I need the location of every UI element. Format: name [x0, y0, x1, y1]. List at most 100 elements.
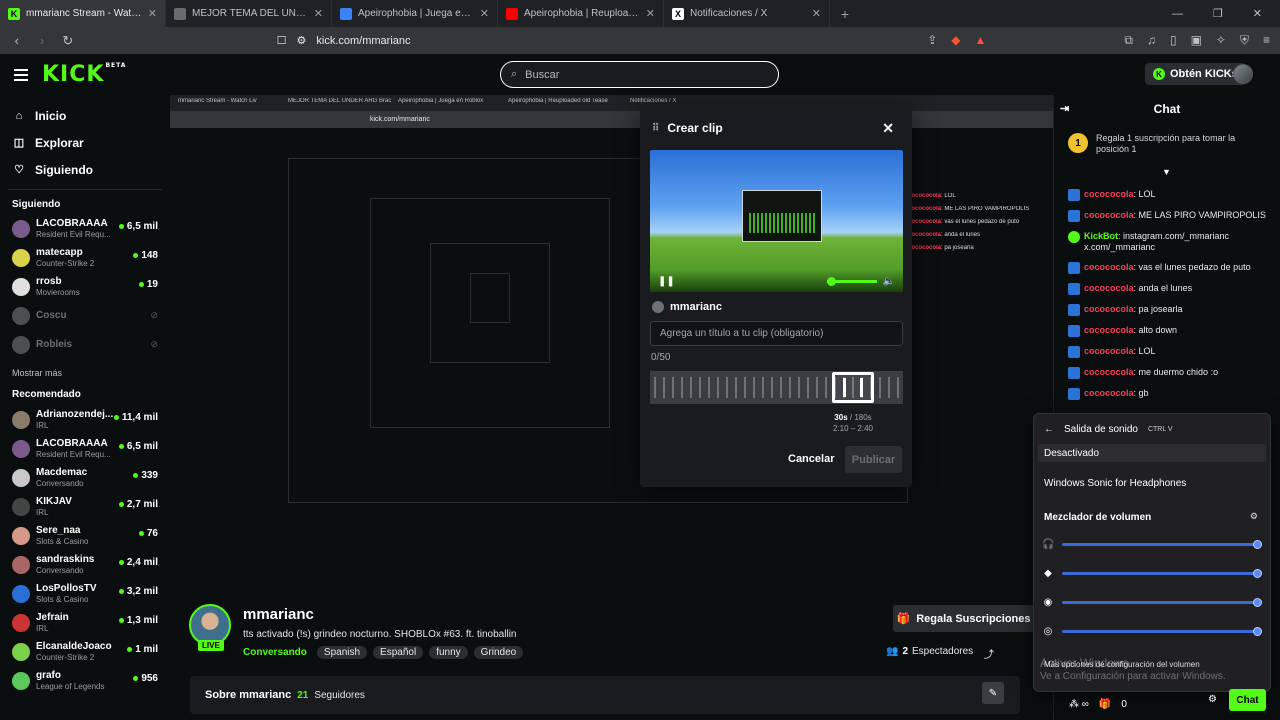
- rewards-icon[interactable]: ▲: [974, 33, 986, 48]
- close-window-icon[interactable]: ✕: [1253, 7, 1262, 20]
- channel-item[interactable]: rrosb Movierooms 19: [0, 272, 170, 301]
- volume-slider[interactable]: [826, 276, 877, 286]
- browser-tab[interactable]: Apeirophobia | Juega en Roblox✕: [332, 0, 498, 27]
- brave-shield-icon[interactable]: ◆: [951, 33, 960, 48]
- minimize-icon[interactable]: —: [1172, 8, 1183, 20]
- media-icon[interactable]: ♫: [1147, 33, 1156, 48]
- channel-item[interactable]: ElcanaldeJoaco Counter-Strike 2 1 mil: [0, 637, 170, 666]
- pinned-toggle-icon[interactable]: ▼: [1162, 167, 1171, 177]
- sidebar-item-siguiendo[interactable]: ♡ Siguiendo: [0, 156, 170, 183]
- url-text[interactable]: kick.com/mmarianc: [316, 35, 410, 47]
- channel-item[interactable]: LACOBRAAAA Resident Evil Requ... 6,5 mil: [0, 214, 170, 243]
- volume-icon[interactable]: 🔈: [883, 276, 895, 287]
- video-player[interactable]: mmarianc Stream - Watch Liv MEJOR TEMA D…: [170, 95, 1053, 592]
- menu-icon[interactable]: ≡: [1263, 33, 1270, 48]
- chat-username[interactable]: cocococola: [1084, 189, 1134, 199]
- close-tab-icon[interactable]: ✕: [148, 7, 157, 20]
- chat-username[interactable]: cocococola: [1084, 367, 1134, 377]
- channel-item[interactable]: sandraskins Conversando 2,4 mil: [0, 550, 170, 579]
- close-tab-icon[interactable]: ✕: [480, 7, 489, 20]
- chat-settings-icon[interactable]: ⚙: [1208, 694, 1217, 705]
- reload-icon[interactable]: ↻: [61, 33, 75, 49]
- channel-item[interactable]: Robleis ⊘: [0, 330, 170, 359]
- stream-category[interactable]: Conversando: [243, 647, 307, 658]
- channel-item[interactable]: Jefrain IRL 1,3 mil: [0, 608, 170, 637]
- browser-tab[interactable]: Apeirophobia | Reuploaded old Tease✕: [498, 0, 664, 27]
- chat-username[interactable]: KickBot: [1084, 231, 1118, 241]
- volume-slider[interactable]: [1062, 597, 1262, 607]
- show-more-link[interactable]: Mostrar más: [0, 365, 170, 381]
- channel-item[interactable]: Sere_naa Slots & Casino 76: [0, 521, 170, 550]
- stream-tag[interactable]: Spanish: [316, 646, 368, 659]
- hamburger-menu-icon[interactable]: [14, 68, 28, 81]
- chat-username[interactable]: cocococola: [1084, 304, 1134, 314]
- chat-username[interactable]: cocococola: [1084, 346, 1134, 356]
- slider-thumb[interactable]: [1253, 597, 1262, 607]
- stream-tag[interactable]: funny: [429, 646, 468, 659]
- back-arrow-icon[interactable]: ←: [1044, 424, 1054, 435]
- site-info-icon[interactable]: ⚙: [297, 34, 307, 47]
- chat-username[interactable]: cocococola: [1084, 210, 1134, 220]
- bookmark-icon[interactable]: ☐: [277, 34, 287, 47]
- chat-username[interactable]: cocococola: [1084, 325, 1134, 335]
- channel-item[interactable]: KIKJAV IRL 2,7 mil: [0, 492, 170, 521]
- device-option[interactable]: Windows Sonic for Headphones: [1038, 474, 1266, 492]
- channel-item[interactable]: LosPollosTV Slots & Casino 3,2 mil: [0, 579, 170, 608]
- channel-item[interactable]: matecapp Counter-Strike 2 148: [0, 243, 170, 272]
- clip-title-input[interactable]: Agrega un título a tu clip (obligatorio): [650, 321, 903, 346]
- channel-item[interactable]: grafo League of Legends 956: [0, 666, 170, 695]
- browser-tab[interactable]: Kmmarianc Stream - Watch Liv✕: [0, 0, 166, 27]
- get-kicks-button[interactable]: K Obtén KICKs: [1145, 63, 1246, 85]
- chat-username[interactable]: cocococola: [1084, 283, 1134, 293]
- slider-thumb[interactable]: [1253, 626, 1262, 636]
- channel-item[interactable]: Coscu ⊘: [0, 301, 170, 330]
- back-icon[interactable]: ‹: [10, 33, 24, 48]
- share-icon[interactable]: ⤴: [984, 646, 994, 661]
- sidebar-toggle-icon[interactable]: ▯: [1170, 33, 1177, 48]
- clip-preview[interactable]: ❚❚ 🔈: [650, 150, 903, 292]
- collapse-chat-icon[interactable]: ⇥: [1060, 102, 1069, 115]
- close-tab-icon[interactable]: ✕: [646, 7, 655, 20]
- edit-icon[interactable]: ✎: [982, 682, 1004, 704]
- clip-timeline[interactable]: [650, 371, 903, 404]
- chat-username[interactable]: cocococola: [1084, 262, 1134, 272]
- gift-leaderboard[interactable]: 1 Regala 1 suscripción para tomar la pos…: [1068, 133, 1256, 155]
- user-avatar[interactable]: [1233, 64, 1253, 84]
- drag-handle-icon[interactable]: ⠿: [652, 123, 659, 134]
- channel-item[interactable]: LACOBRAAAA Resident Evil Requ... 6,5 mil: [0, 434, 170, 463]
- streamer-name[interactable]: mmarianc: [243, 606, 314, 623]
- vpn-icon[interactable]: ⛨: [1240, 33, 1249, 48]
- browser-tab[interactable]: MEJOR TEMA DEL UNDER ARG Brac✕: [166, 0, 332, 27]
- gear-icon[interactable]: ⚙: [1250, 511, 1258, 522]
- sidebar-item-explorar[interactable]: ◫ Explorar: [0, 129, 170, 156]
- publish-button[interactable]: Publicar: [845, 446, 902, 473]
- leo-icon[interactable]: ✧: [1216, 33, 1226, 48]
- stream-tag[interactable]: Español: [373, 646, 424, 659]
- forward-icon[interactable]: ›: [36, 33, 50, 48]
- new-tab-button[interactable]: +: [830, 0, 860, 27]
- gift-subs-button[interactable]: 🎁 Regala Suscripciones: [893, 605, 1034, 632]
- wallet-icon[interactable]: ▣: [1191, 33, 1202, 48]
- maximize-icon[interactable]: ❐: [1213, 7, 1223, 20]
- slider-thumb[interactable]: [1253, 568, 1262, 578]
- share-icon[interactable]: ⇪: [927, 33, 937, 48]
- search-input[interactable]: ⌕ Buscar: [500, 61, 779, 88]
- send-chat-button[interactable]: Chat: [1229, 689, 1266, 711]
- pause-icon[interactable]: ❚❚: [658, 276, 675, 287]
- volume-slider[interactable]: [1062, 568, 1262, 578]
- close-tab-icon[interactable]: ✕: [812, 7, 821, 20]
- volume-slider[interactable]: [1062, 539, 1262, 549]
- stream-tag[interactable]: Grindeo: [473, 646, 524, 659]
- emote-icon[interactable]: ⁂ ∞: [1069, 699, 1089, 710]
- channel-item[interactable]: Macdemac Conversando 339: [0, 463, 170, 492]
- channel-item[interactable]: Adrianozendej... IRL 11,4 mil: [0, 405, 170, 434]
- extensions-icon[interactable]: ⧉: [1124, 33, 1133, 48]
- close-tab-icon[interactable]: ✕: [314, 7, 323, 20]
- kick-logo[interactable]: KICKBETA: [42, 62, 126, 87]
- chat-username[interactable]: cocococola: [1084, 388, 1134, 398]
- close-icon[interactable]: ✕: [882, 120, 894, 137]
- sidebar-item-inicio[interactable]: ⌂ Inicio: [0, 102, 170, 129]
- slider-thumb[interactable]: [1253, 539, 1262, 549]
- clip-range-selector[interactable]: [832, 372, 874, 403]
- volume-slider[interactable]: [1062, 626, 1262, 636]
